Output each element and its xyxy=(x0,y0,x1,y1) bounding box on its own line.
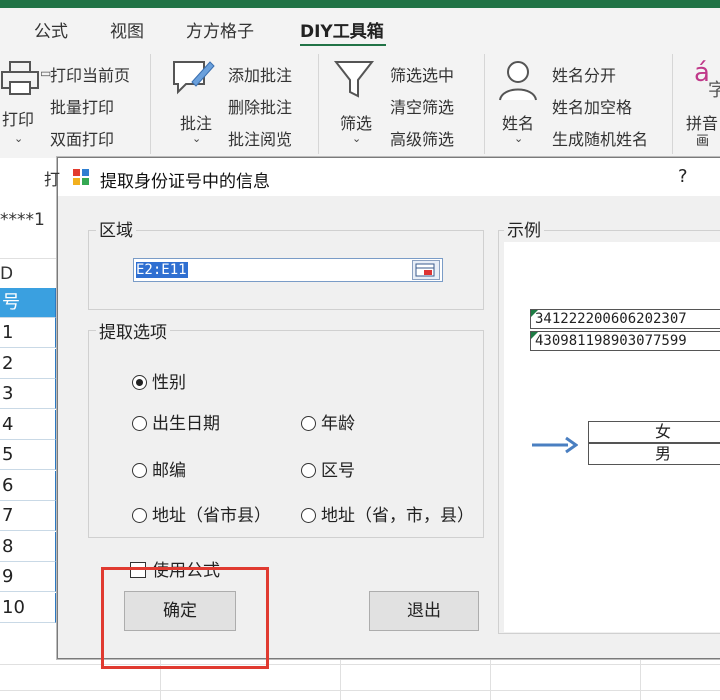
table-cell[interactable]: 8 xyxy=(0,531,56,562)
help-button[interactable]: ? xyxy=(678,166,688,187)
radio-dot-selected[interactable] xyxy=(132,375,147,390)
table-cell[interactable]: 5 xyxy=(0,440,56,470)
dialog-titlebar[interactable]: 提取身份证号中的信息 ? xyxy=(58,158,720,196)
table-cell[interactable]: 9 xyxy=(0,562,56,592)
radio-address-joined[interactable]: 地址（省市县） xyxy=(132,501,271,526)
radio-gender[interactable]: 性别 xyxy=(132,368,186,393)
ribbon-separator xyxy=(150,54,151,154)
print-group-label: 打 xyxy=(44,170,61,189)
advanced-filter[interactable]: 高级筛选 xyxy=(390,126,454,150)
generate-random-name[interactable]: 生成随机姓名 xyxy=(552,126,648,150)
radio-dot[interactable] xyxy=(132,416,147,431)
radio-address-separated[interactable]: 地址（省，市，县） xyxy=(301,501,474,526)
ribbon-tabs: 公式 视图 方方格子 DIY工具箱 xyxy=(0,8,720,47)
review-comment[interactable]: 批注阅览 xyxy=(228,126,292,150)
dialog-title: 提取身份证号中的信息 xyxy=(100,172,270,192)
gridline xyxy=(0,690,720,691)
delete-comment[interactable]: 删除批注 xyxy=(228,94,292,118)
tab-diy-toolbox[interactable]: DIY工具箱 xyxy=(300,17,384,42)
example-group-label: 示例 xyxy=(504,216,544,241)
batch-print[interactable]: 批量打印 xyxy=(50,94,114,118)
table-cell[interactable]: 6 xyxy=(0,470,56,501)
split-name[interactable]: 姓名分开 xyxy=(552,62,616,86)
app-icon xyxy=(73,169,89,185)
gridline xyxy=(490,658,491,700)
header-cell[interactable]: 号 xyxy=(0,288,56,318)
radio-label: 性别 xyxy=(152,373,186,393)
print-dropdown-caret[interactable]: ⌄ xyxy=(14,132,23,145)
table-cell[interactable]: 10 xyxy=(0,592,56,623)
tab-fangfang[interactable]: 方方格子 xyxy=(186,17,254,42)
name-dropdown-caret[interactable]: ⌄ xyxy=(514,132,523,145)
comment-dropdown-caret[interactable]: ⌄ xyxy=(192,132,201,145)
example-result-cell: 男 xyxy=(588,443,720,465)
radio-area-code[interactable]: 区号 xyxy=(301,456,355,481)
ribbon-panel: 打印 ⌄ ▭ 打印当前页 批量打印 双面打印 批注 ⌄ 添加批注 删除批注 批注… xyxy=(0,46,720,159)
radio-label: 区号 xyxy=(321,461,355,481)
example-id-cell: 341222200606202307 xyxy=(530,309,720,329)
pinyin-icon-char: 字 xyxy=(708,80,720,101)
exit-button[interactable]: 退出 xyxy=(369,591,479,631)
table-cell[interactable]: 3 xyxy=(0,379,56,409)
table-cell[interactable]: 1 xyxy=(0,318,56,348)
table-cell[interactable]: 2 xyxy=(0,348,56,379)
print-current-page[interactable]: 打印当前页 xyxy=(50,62,130,86)
print-big-label: 打印 xyxy=(2,110,35,129)
person-icon xyxy=(499,61,537,101)
radio-birthdate[interactable]: 出生日期 xyxy=(132,409,220,434)
name-big-label[interactable]: 姓名 xyxy=(502,110,534,134)
radio-dot[interactable] xyxy=(301,416,316,431)
duplex-print[interactable]: 双面打印 xyxy=(50,126,114,150)
radio-label: 年龄 xyxy=(321,414,355,434)
options-group-label: 提取选项 xyxy=(96,318,170,343)
area-input[interactable] xyxy=(136,261,396,279)
radio-dot[interactable] xyxy=(301,508,316,523)
radio-label: 邮编 xyxy=(152,461,186,481)
example-result-cell: 女 xyxy=(588,421,720,443)
radio-dot[interactable] xyxy=(132,463,147,478)
radio-dot[interactable] xyxy=(132,508,147,523)
cell-marker xyxy=(531,332,538,339)
arrow-right-icon xyxy=(532,436,578,454)
ribbon-separator xyxy=(484,54,485,154)
area-group-label: 区域 xyxy=(96,216,136,241)
radio-dot[interactable] xyxy=(301,463,316,478)
filter-selected[interactable]: 筛选选中 xyxy=(390,62,454,86)
radio-zipcode[interactable]: 邮编 xyxy=(132,456,186,481)
funnel-icon xyxy=(333,61,375,98)
ribbon-separator xyxy=(672,54,673,154)
add-comment[interactable]: 添加批注 xyxy=(228,62,292,86)
tab-formulas[interactable]: 公式 xyxy=(34,17,68,42)
filter-big-label[interactable]: 筛选 xyxy=(340,110,372,134)
cell-marker xyxy=(531,310,538,317)
comment-big-label[interactable]: 批注 xyxy=(180,110,212,134)
radio-label: 地址（省，市，县） xyxy=(321,506,474,526)
formula-bar-fragment[interactable]: ****1 xyxy=(0,210,60,230)
table-cell[interactable]: 4 xyxy=(0,409,56,440)
range-picker-button[interactable] xyxy=(412,260,440,280)
gridline xyxy=(640,658,641,700)
area-field[interactable] xyxy=(133,258,443,282)
filter-dropdown-caret[interactable]: ⌄ xyxy=(352,132,361,145)
printer-icon xyxy=(1,61,39,95)
gridline xyxy=(340,658,341,700)
comment-pencil-icon xyxy=(173,61,215,95)
range-picker-icon xyxy=(415,263,435,277)
radio-label: 出生日期 xyxy=(152,414,220,434)
radio-label: 地址（省市县） xyxy=(152,506,271,526)
radio-age[interactable]: 年龄 xyxy=(301,409,355,434)
name-add-space[interactable]: 姓名加空格 xyxy=(552,94,632,118)
table-cell[interactable]: 7 xyxy=(0,501,56,531)
pinyin-sub-label: 画 xyxy=(696,134,710,149)
tab-view[interactable]: 视图 xyxy=(110,17,144,42)
gridline xyxy=(0,258,58,259)
title-bar-strip xyxy=(0,0,720,8)
ribbon-separator xyxy=(318,54,319,154)
annotation-highlight-box xyxy=(101,567,269,669)
example-id-cell: 430981198903077599 xyxy=(530,331,720,351)
column-header-d[interactable]: D xyxy=(0,264,56,288)
clear-filter[interactable]: 清空筛选 xyxy=(390,94,454,118)
